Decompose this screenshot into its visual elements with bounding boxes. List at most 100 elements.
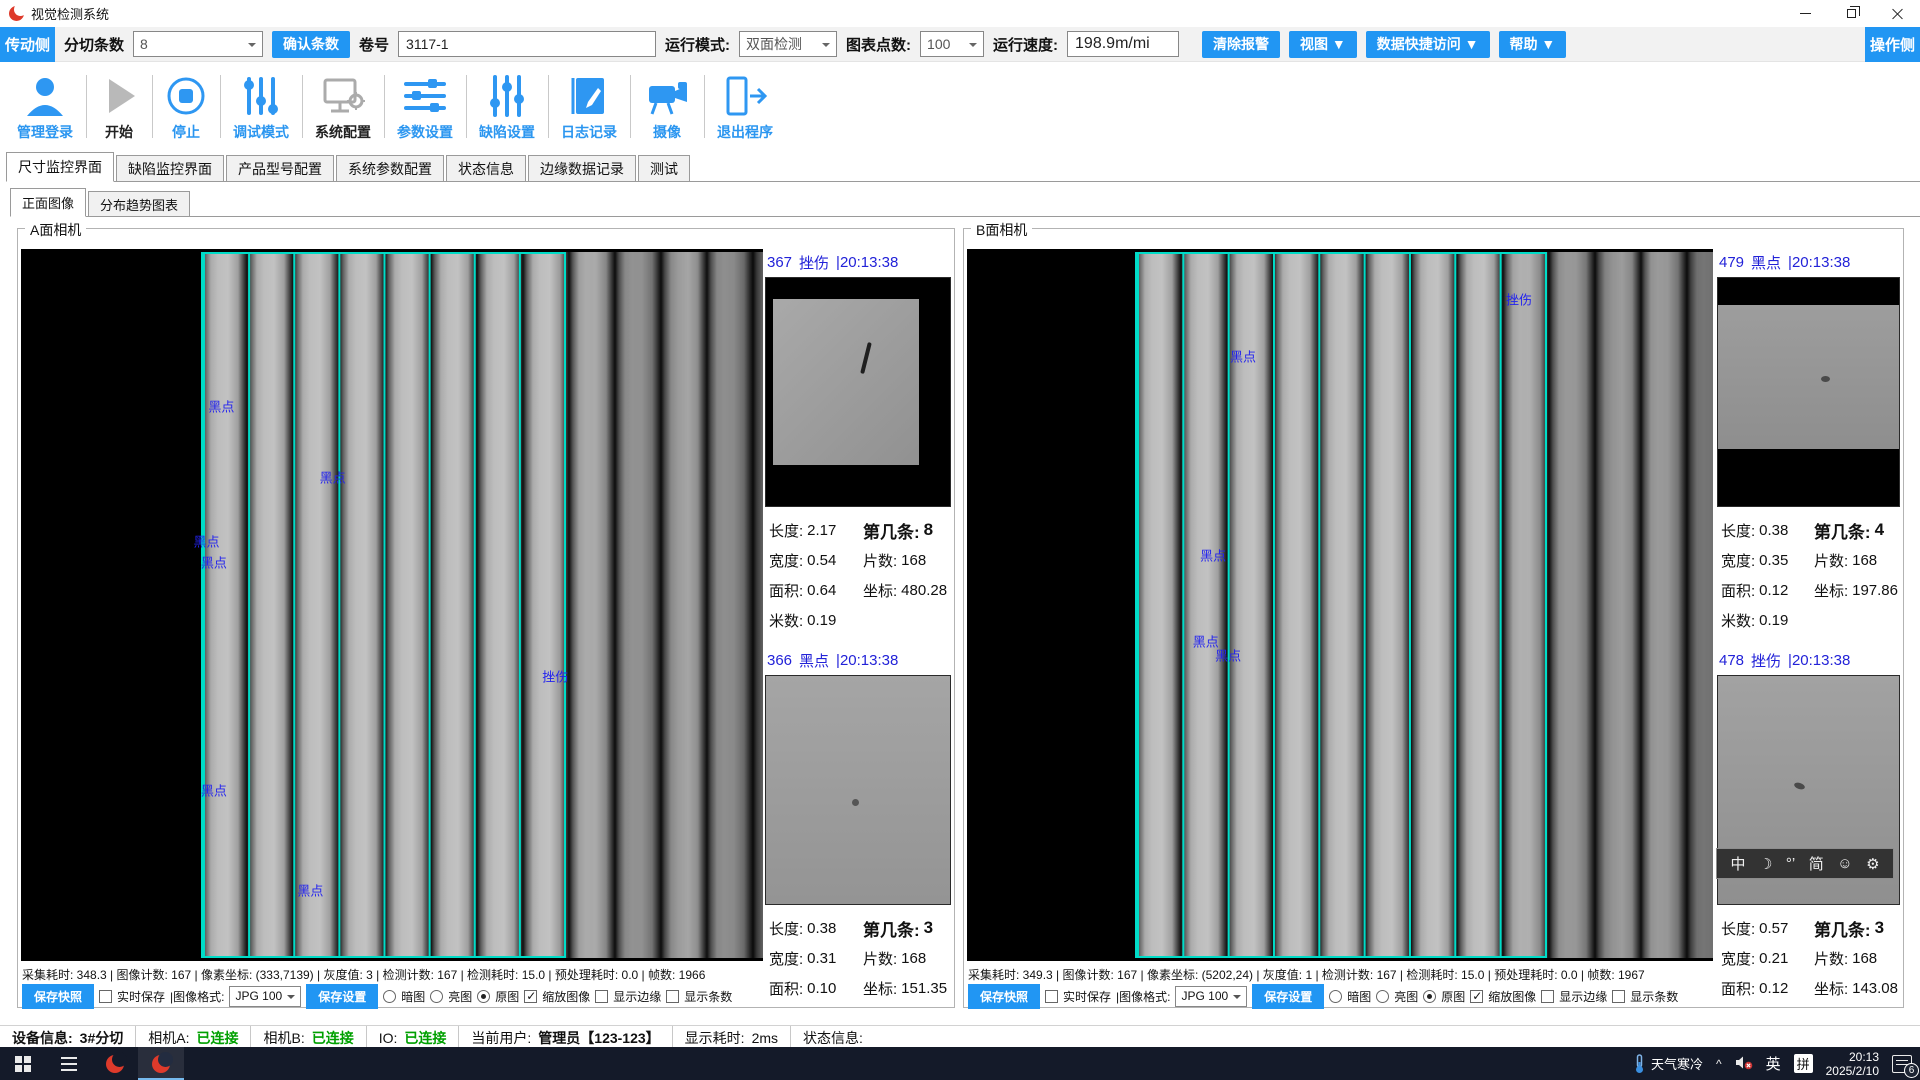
taskbar: 天气寒冷 ^ 英 拼 20:13 2025/2/10 6 [0, 1047, 1920, 1080]
defect-header: 366 黑点 |20:13:38 [765, 647, 951, 675]
display-time-value: 2ms [752, 1030, 778, 1046]
show-edge-label: 显示边缘 [1559, 988, 1607, 1005]
original-image-label: 原图 [1441, 988, 1465, 1005]
defect-header: 367 挫伤 |20:13:38 [765, 249, 951, 277]
bright-image-radio[interactable] [430, 990, 443, 1003]
close-button[interactable] [1874, 0, 1920, 27]
tab-edge-data-record[interactable]: 边缘数据记录 [528, 155, 636, 181]
defect-card[interactable]: 478 挫伤 |20:13:38 长度:0.57 宽度:0.21 面积:0.12… [1717, 647, 1900, 1004]
tray-expand-button[interactable]: ^ [1716, 1057, 1722, 1071]
dark-image-radio[interactable] [383, 990, 396, 1003]
realtime-save-label: 实时保存 [117, 988, 165, 1005]
help-menu-button[interactable]: 帮助 ▼ [1499, 31, 1567, 58]
camera-b-image[interactable]: 挫伤黑点黑点黑点黑点 [967, 249, 1713, 961]
defect-card[interactable]: 479 黑点 |20:13:38 长度:0.38 宽度:0.35 面积:0.12… [1717, 249, 1900, 635]
zoom-image-checkbox[interactable] [524, 990, 537, 1003]
tab-status-info[interactable]: 状态信息 [446, 155, 526, 181]
defect-card[interactable]: 366 黑点 |20:13:38 长度:0.38 宽度:0.31 面积:0.10… [765, 647, 951, 1004]
debug-mode-button[interactable]: 调试模式 [220, 63, 302, 148]
defect-sliders-icon [485, 70, 529, 122]
show-edge-checkbox[interactable] [595, 990, 608, 1003]
clear-alarm-button[interactable]: 清除报警 [1202, 31, 1280, 58]
slit-count-select[interactable]: 8 [133, 31, 263, 57]
save-snapshot-button[interactable]: 保存快照 [22, 984, 94, 1009]
tab-test[interactable]: 测试 [638, 155, 690, 181]
defect-area: 0.12 [1759, 980, 1788, 997]
ime-emoji-icon[interactable]: ☺ [1837, 855, 1852, 872]
original-image-radio[interactable] [1423, 990, 1436, 1003]
defect-label: 黑点 [201, 781, 227, 800]
chart-points-value: 100 [927, 36, 950, 52]
clock-time: 20:13 [1826, 1050, 1879, 1064]
tab-distribution-trend-chart[interactable]: 分布趋势图表 [88, 191, 190, 216]
defect-label: 黑点 [1215, 645, 1241, 664]
view-menu-button[interactable]: 视图 ▼ [1289, 31, 1357, 58]
data-quick-access-button[interactable]: 数据快捷访问 ▼ [1366, 31, 1490, 58]
tab-size-monitor[interactable]: 尺寸监控界面 [6, 152, 114, 182]
taskbar-app-1[interactable] [92, 1047, 138, 1080]
ime-pinyin-indicator[interactable]: 拼 [1794, 1054, 1813, 1073]
zoom-image-checkbox[interactable] [1470, 990, 1483, 1003]
realtime-save-checkbox[interactable] [1045, 990, 1058, 1003]
image-format-select[interactable]: JPG 100 [229, 986, 301, 1007]
exit-program-button[interactable]: 退出程序 [704, 63, 786, 148]
display-time-segment: 显示耗时: 2ms [673, 1026, 791, 1049]
defect-settings-button[interactable]: 缺陷设置 [466, 63, 548, 148]
roll-number-input[interactable]: 3117-1 [398, 31, 656, 57]
start-button[interactable] [0, 1047, 46, 1080]
defect-card[interactable]: 367 挫伤 |20:13:38 长度:2.17 宽度:0.54 面积:0.64… [765, 249, 951, 635]
minimize-button[interactable] [1782, 0, 1828, 27]
tab-product-model-config[interactable]: 产品型号配置 [226, 155, 334, 181]
defect-strip-no: 3 [1875, 918, 1884, 938]
ime-halfwidth-icon[interactable]: ☽ [1759, 855, 1772, 873]
image-format-select[interactable]: JPG 100 [1175, 986, 1247, 1007]
volume-muted-button[interactable] [1735, 1055, 1753, 1073]
restore-button[interactable] [1828, 0, 1874, 27]
save-snapshot-button[interactable]: 保存快照 [968, 984, 1040, 1009]
ime-toolbar: 中 ☽ °’ 简 ☺ ⚙ [1716, 848, 1894, 879]
ime-simplified-button[interactable]: 简 [1809, 853, 1824, 874]
original-image-radio[interactable] [477, 990, 490, 1003]
log-record-button[interactable]: 日志记录 [548, 63, 630, 148]
operate-side-button[interactable]: 操作侧 [1865, 27, 1920, 62]
taskbar-clock[interactable]: 20:13 2025/2/10 [1826, 1050, 1879, 1078]
play-icon [99, 70, 139, 122]
bright-image-radio[interactable] [1376, 990, 1389, 1003]
defect-id: 366 [767, 652, 792, 669]
run-mode-select[interactable]: 双面检测 [739, 31, 837, 57]
ime-mode-button[interactable]: 中 [1730, 853, 1745, 874]
realtime-save-checkbox[interactable] [99, 990, 112, 1003]
show-edge-checkbox[interactable] [1541, 990, 1554, 1003]
chart-points-select[interactable]: 100 [920, 31, 984, 57]
ime-settings-gear-icon[interactable]: ⚙ [1866, 855, 1879, 873]
capture-button[interactable]: 摄像 [630, 63, 704, 148]
tab-system-param-config[interactable]: 系统参数配置 [336, 155, 444, 181]
camera-a-image[interactable]: 黑点黑点黑点黑点挫伤黑点黑点 [21, 249, 763, 961]
admin-login-button[interactable]: 管理登录 [4, 63, 86, 148]
ime-punctuation-icon[interactable]: °’ [1786, 855, 1795, 872]
tab-defect-monitor[interactable]: 缺陷监控界面 [116, 155, 224, 181]
show-count-checkbox[interactable] [666, 990, 679, 1003]
param-settings-button[interactable]: 参数设置 [384, 63, 466, 148]
save-settings-button[interactable]: 保存设置 [306, 984, 378, 1009]
current-user-value: 管理员【123-123】 [538, 1028, 659, 1048]
start-button[interactable]: 开始 [86, 63, 152, 148]
dark-image-radio[interactable] [1329, 990, 1342, 1003]
task-view-button[interactable] [46, 1047, 92, 1080]
drive-side-button[interactable]: 传动侧 [0, 27, 55, 62]
save-settings-button[interactable]: 保存设置 [1252, 984, 1324, 1009]
language-indicator[interactable]: 英 [1766, 1053, 1781, 1074]
notification-center-button[interactable]: 6 [1892, 1055, 1912, 1073]
system-config-icon [320, 70, 366, 122]
stop-button[interactable]: 停止 [152, 63, 220, 148]
weather-widget[interactable]: 天气寒冷 [1633, 1054, 1703, 1074]
show-count-checkbox[interactable] [1612, 990, 1625, 1003]
image-format-label: |图像格式: [170, 988, 224, 1005]
realtime-save-label: 实时保存 [1063, 988, 1111, 1005]
confirm-count-button[interactable]: 确认条数 [272, 31, 350, 58]
camera-a-status-segment: 相机A: 已连接 [136, 1026, 251, 1049]
tab-front-image[interactable]: 正面图像 [10, 188, 86, 217]
defect-type: 挫伤 [799, 252, 829, 273]
taskbar-app-2-active[interactable] [138, 1047, 184, 1080]
system-config-button[interactable]: 系统配置 [302, 63, 384, 148]
